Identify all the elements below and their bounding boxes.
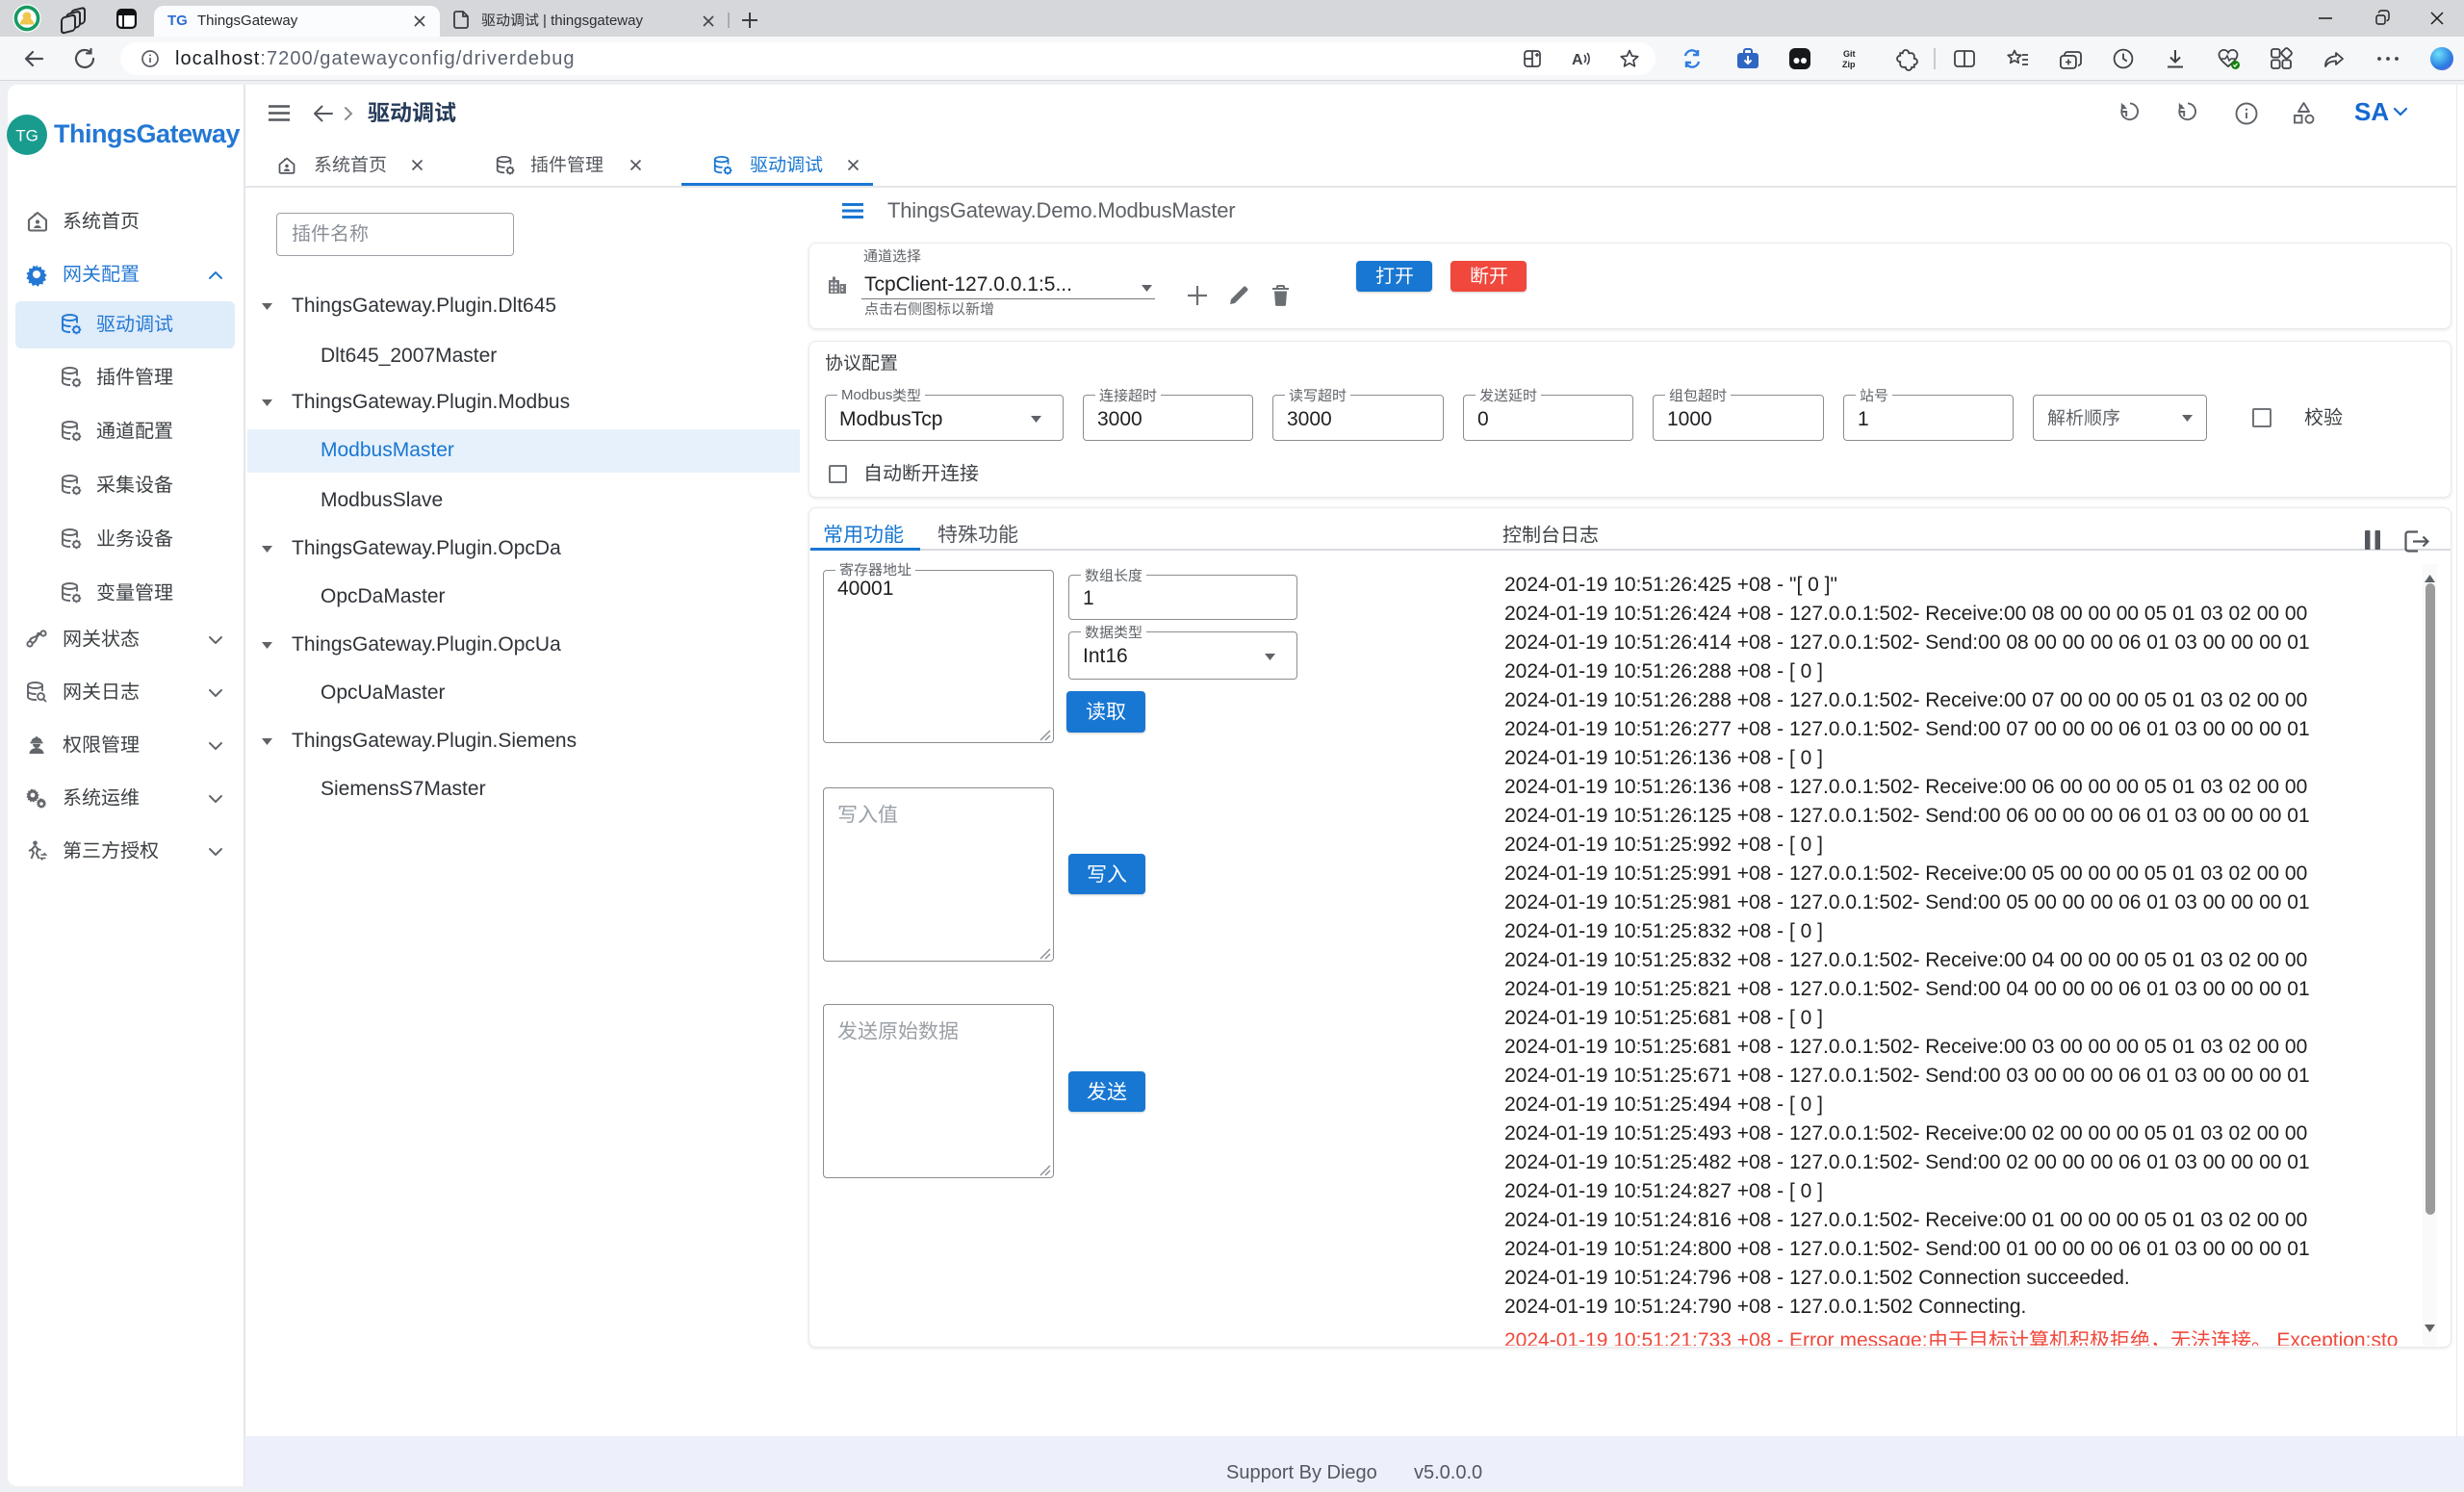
svg-text:Git: Git (1843, 49, 1856, 59)
svg-text:A: A (1572, 52, 1583, 68)
svg-text:TG: TG (15, 127, 38, 145)
svg-text:Zip: Zip (1842, 60, 1856, 69)
